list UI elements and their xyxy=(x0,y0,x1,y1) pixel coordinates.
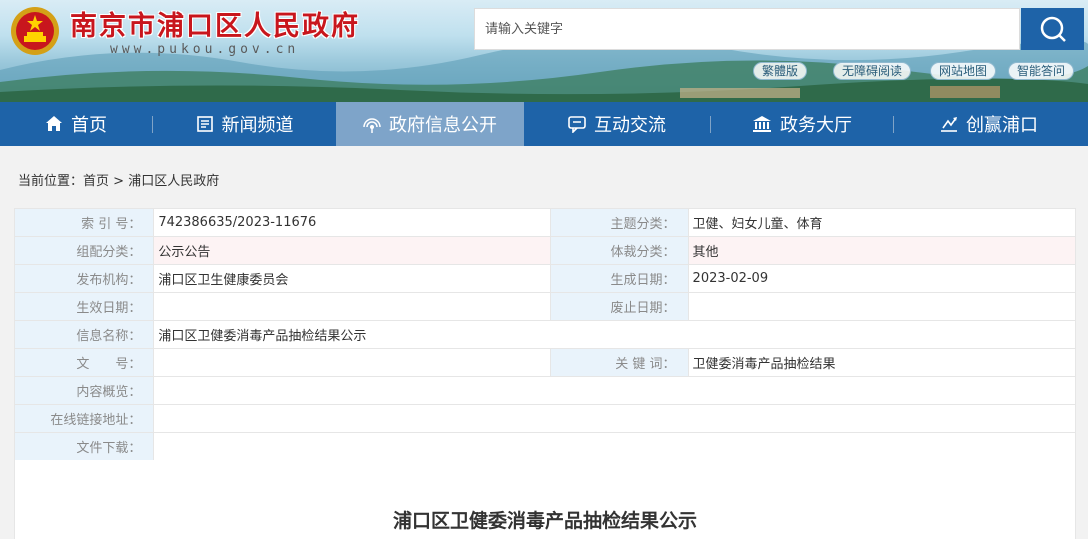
sitemap-link[interactable]: 网站地图 xyxy=(930,62,997,80)
chat-icon xyxy=(568,116,586,133)
breadcrumb-prefix: 当前位置： xyxy=(18,174,84,189)
online-link-label: 在线链接地址： xyxy=(13,404,155,433)
table-row: 信息名称： 浦口区卫健委消毒产品抽检结果公示 xyxy=(13,320,1076,349)
topic-category-value: 卫健、妇女儿童、体育 xyxy=(687,208,1077,237)
generated-date-label: 生成日期： xyxy=(549,264,689,293)
group-category-label: 组配分类： xyxy=(13,236,155,265)
nav-item-service-hall[interactable]: 政务大厅 xyxy=(711,102,893,146)
table-row: 组配分类： 公示公告 体裁分类： 其他 xyxy=(13,236,1077,265)
nav-item-label: 互动交流 xyxy=(594,115,666,136)
index-number-label: 索 引 号： xyxy=(13,208,155,237)
site-title[interactable]: 南京市浦口区人民政府 xyxy=(70,4,360,43)
nav-item-label: 创赢浦口 xyxy=(966,115,1038,136)
search-box xyxy=(474,8,1020,50)
national-emblem-icon xyxy=(11,7,59,55)
info-name-label: 信息名称： xyxy=(13,320,155,349)
broadcast-icon xyxy=(363,118,381,133)
table-row: 发布机构： 浦口区卫生健康委员会 生成日期： 2023-02-09 xyxy=(13,264,1077,293)
nav-item-label: 新闻频道 xyxy=(221,115,294,136)
table-row: 内容概览： xyxy=(13,376,1076,405)
table-row: 索 引 号： 742386635/2023-11676 主题分类： 卫健、妇女儿… xyxy=(13,208,1077,237)
search-button[interactable] xyxy=(1021,8,1084,50)
quick-links: 繁體版 无障碍阅读 网站地图 智能答问 xyxy=(0,62,1088,80)
genre-category-label: 体裁分类： xyxy=(549,236,689,265)
traditional-chinese-link[interactable]: 繁體版 xyxy=(753,62,808,80)
index-number-value: 742386635/2023-11676 xyxy=(153,208,551,237)
breadcrumb-home-link[interactable]: 首页 xyxy=(83,174,109,189)
news-icon xyxy=(196,116,213,132)
topic-category-label: 主题分类： xyxy=(549,208,689,237)
header-banner: 南京市浦口区人民政府 www.pukou.gov.cn 繁體版 无障碍阅读 网站… xyxy=(0,0,1088,102)
nav-item-label: 政务大厅 xyxy=(780,115,852,136)
nav-item-news[interactable]: 新闻频道 xyxy=(153,102,336,146)
breadcrumb-separator: > xyxy=(109,174,129,189)
nav-item-home[interactable]: 首页 xyxy=(0,102,152,146)
table-row: 文件下载： xyxy=(13,432,1076,461)
document-number-value xyxy=(153,348,551,377)
nav-item-label: 首页 xyxy=(71,115,107,136)
site-url: www.pukou.gov.cn xyxy=(110,42,300,57)
table-row: 在线链接地址： xyxy=(13,404,1076,433)
keywords-value: 卫健委消毒产品抽检结果 xyxy=(687,348,1077,377)
issuer-label: 发布机构： xyxy=(13,264,155,293)
smart-qa-link[interactable]: 智能答问 xyxy=(1008,62,1075,80)
article-body: 浦口区卫健委消毒产品抽检结果公示 xyxy=(14,460,1076,539)
info-meta-table: 索 引 号： 742386635/2023-11676 主题分类： 卫健、妇女儿… xyxy=(13,208,1077,461)
file-download-label: 文件下载： xyxy=(13,432,155,461)
breadcrumb: 当前位置：首页 > 浦口区人民政府 xyxy=(18,170,219,189)
table-row: 生效日期： 废止日期： xyxy=(13,292,1077,321)
info-name-value: 浦口区卫健委消毒产品抽检结果公示 xyxy=(153,320,1076,349)
main-nav: 首页 新闻频道 政府信息公开 互动交流 政务大厅 创赢浦口 xyxy=(0,102,1088,146)
expire-date-value xyxy=(687,292,1077,321)
breadcrumb-current-link[interactable]: 浦口区人民政府 xyxy=(128,174,219,189)
search-icon xyxy=(1040,16,1066,42)
nav-item-label: 政府信息公开 xyxy=(389,115,497,136)
article-title: 浦口区卫健委消毒产品抽检结果公示 xyxy=(392,510,697,532)
genre-category-value: 其他 xyxy=(687,236,1077,265)
keywords-label: 关 键 词： xyxy=(549,348,689,377)
growth-icon xyxy=(941,117,957,132)
summary-value xyxy=(153,376,1076,405)
issuer-value: 浦口区卫生健康委员会 xyxy=(153,264,551,293)
nav-item-interaction[interactable]: 互动交流 xyxy=(524,102,710,146)
online-link-value[interactable] xyxy=(153,404,1076,433)
home-icon xyxy=(46,116,62,131)
nav-item-gov-info[interactable]: 政府信息公开 xyxy=(336,102,524,146)
generated-date-value: 2023-02-09 xyxy=(687,264,1077,293)
document-number-label: 文 号： xyxy=(13,348,155,377)
group-category-value: 公示公告 xyxy=(153,236,551,265)
table-row: 文 号： 关 键 词： 卫健委消毒产品抽检结果 xyxy=(13,348,1077,377)
file-download-value[interactable] xyxy=(153,432,1076,461)
accessibility-link[interactable]: 无障碍阅读 xyxy=(833,62,912,80)
effective-date-label: 生效日期： xyxy=(13,292,155,321)
summary-label: 内容概览： xyxy=(13,376,155,405)
effective-date-value xyxy=(153,292,551,321)
hall-icon xyxy=(753,116,771,132)
expire-date-label: 废止日期： xyxy=(549,292,689,321)
search-input[interactable] xyxy=(475,9,1019,49)
nav-item-win-pukou[interactable]: 创赢浦口 xyxy=(894,102,1084,146)
